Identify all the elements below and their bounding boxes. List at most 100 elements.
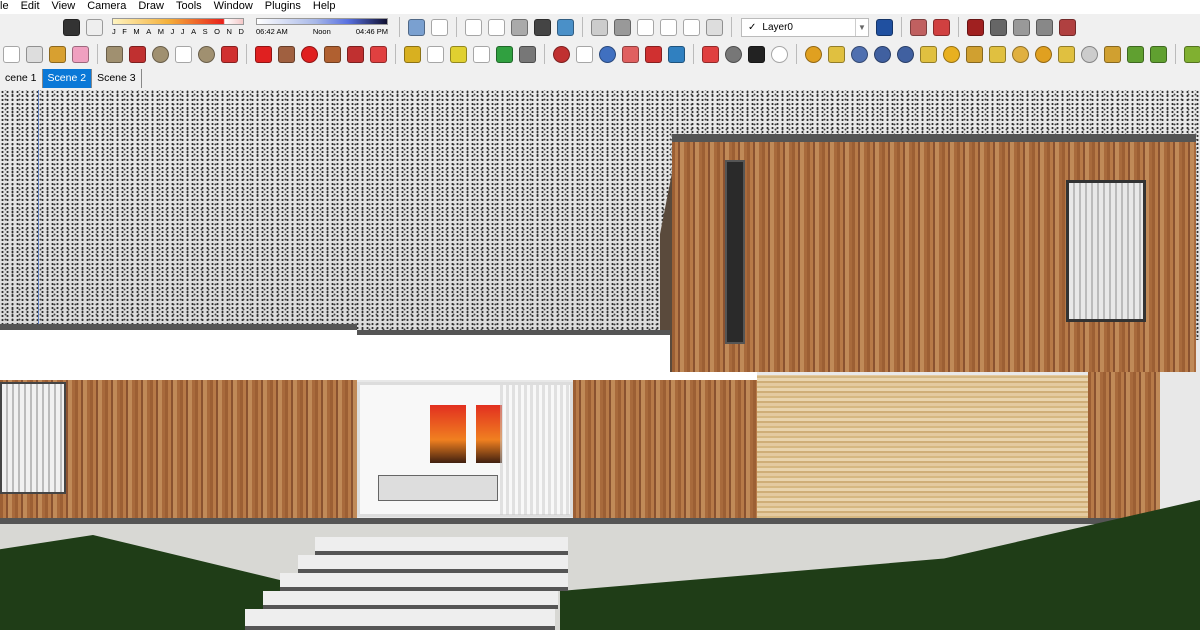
house-front-icon[interactable] xyxy=(637,18,654,36)
house-back-icon[interactable] xyxy=(683,18,700,36)
shaded-icon[interactable] xyxy=(511,18,528,36)
render-r-icon[interactable] xyxy=(851,45,868,63)
chevron-down-icon[interactable]: ▼ xyxy=(855,18,868,36)
scale-icon[interactable] xyxy=(347,45,364,63)
top-view-icon[interactable] xyxy=(431,18,448,36)
tree-proxy-icon[interactable] xyxy=(1127,45,1144,63)
zoom-window-icon[interactable] xyxy=(622,45,639,63)
rotate-icon[interactable] xyxy=(301,45,318,63)
layer-manager-icon[interactable] xyxy=(876,18,893,36)
tree-proxy-2-icon[interactable] xyxy=(1150,45,1167,63)
shadow-time-slider[interactable]: 06:42 AM Noon 04:46 PM xyxy=(256,15,388,39)
make-component-icon[interactable] xyxy=(26,45,43,63)
tag-icon[interactable] xyxy=(920,45,937,63)
point-light-icon[interactable] xyxy=(1035,45,1052,63)
scene-tab-3[interactable]: Scene 3 xyxy=(92,69,142,88)
zoom-extents-icon[interactable] xyxy=(645,45,662,63)
orbit-icon[interactable] xyxy=(553,45,570,63)
menu-help[interactable]: Help xyxy=(306,0,341,14)
emitter-icon[interactable] xyxy=(1104,45,1121,63)
eraser-icon[interactable] xyxy=(72,45,89,63)
sandbox-from-contours-icon[interactable] xyxy=(967,18,984,36)
dome-light-icon[interactable] xyxy=(1012,45,1029,63)
shadow-toggle-icon[interactable] xyxy=(86,18,103,36)
wireframe-icon[interactable] xyxy=(488,18,505,36)
painting-2 xyxy=(476,405,502,463)
arc-icon[interactable] xyxy=(175,45,192,63)
sphere-light-icon[interactable] xyxy=(943,45,960,63)
iso-house-icon[interactable] xyxy=(591,18,608,36)
menu-le[interactable]: le xyxy=(0,0,14,14)
drape-icon[interactable] xyxy=(1059,18,1076,36)
render-rt-icon[interactable] xyxy=(874,45,891,63)
house-left-icon[interactable] xyxy=(706,18,723,36)
flag-light-icon[interactable] xyxy=(989,45,1006,63)
scene-tab-2[interactable]: Scene 2 xyxy=(42,69,93,88)
look-around-icon[interactable] xyxy=(725,45,742,63)
layer-dropdown[interactable]: ✓ Layer0 ▼ xyxy=(741,17,869,37)
menu-view[interactable]: View xyxy=(45,0,81,14)
smoove-icon[interactable] xyxy=(1013,18,1030,36)
protractor-icon[interactable] xyxy=(450,45,467,63)
previous-view-icon[interactable] xyxy=(668,45,685,63)
white-fascia-left xyxy=(0,330,357,380)
push-pull-icon[interactable] xyxy=(278,45,295,63)
help-icon[interactable] xyxy=(897,45,914,63)
menu-camera[interactable]: Camera xyxy=(80,0,131,14)
spot-light-icon[interactable] xyxy=(966,45,983,63)
material-m-icon[interactable] xyxy=(805,45,822,63)
freehand-icon[interactable] xyxy=(221,45,238,63)
stamp-icon[interactable] xyxy=(1036,18,1053,36)
section-plane-icon[interactable] xyxy=(910,18,927,36)
circle-icon[interactable] xyxy=(152,45,169,63)
sandbox-scratch-icon[interactable] xyxy=(990,18,1007,36)
front-view-icon[interactable] xyxy=(614,18,631,36)
select-arrow-icon[interactable] xyxy=(3,45,20,63)
month-label: J xyxy=(170,27,175,36)
polygon-icon[interactable] xyxy=(198,45,215,63)
menu-window[interactable]: Window xyxy=(207,0,258,14)
menu-draw[interactable]: Draw xyxy=(131,0,169,14)
section-cut-icon[interactable] xyxy=(933,18,950,36)
paint-bucket-icon[interactable] xyxy=(49,45,66,63)
line-pencil-icon[interactable] xyxy=(129,45,146,63)
iso-view-icon[interactable] xyxy=(408,18,425,36)
monochrome-icon[interactable] xyxy=(557,18,574,36)
material-tag-icon[interactable] xyxy=(828,45,845,63)
menu-plugins[interactable]: Plugins xyxy=(258,0,306,14)
follow-me-icon[interactable] xyxy=(324,45,341,63)
axes-icon[interactable] xyxy=(496,45,513,63)
zoom-icon[interactable] xyxy=(599,45,616,63)
scene-tab-1[interactable]: cene 1 xyxy=(0,69,43,88)
3d-text-icon[interactable] xyxy=(519,45,536,63)
tape-measure-icon[interactable] xyxy=(404,45,421,63)
house-right-icon[interactable] xyxy=(660,18,677,36)
pan-hand-icon[interactable] xyxy=(576,45,593,63)
text-icon[interactable] xyxy=(473,45,490,63)
blue-axis-line xyxy=(38,90,39,330)
step-4 xyxy=(263,591,558,609)
menu-edit[interactable]: Edit xyxy=(14,0,45,14)
position-camera-icon[interactable] xyxy=(702,45,719,63)
move-icon[interactable] xyxy=(255,45,272,63)
month-label: J xyxy=(112,27,116,36)
shadow-date-slider[interactable]: JFMAMJJASOND xyxy=(112,15,244,39)
position-target-icon[interactable] xyxy=(771,45,788,63)
time-label: 06:42 AM xyxy=(256,27,288,36)
rectangle-icon[interactable] xyxy=(106,45,123,63)
xray-icon[interactable] xyxy=(465,18,482,36)
ies-light-icon[interactable] xyxy=(1058,45,1075,63)
sun-angle-icon[interactable] xyxy=(1184,45,1200,63)
omni-light-icon[interactable] xyxy=(1081,45,1098,63)
3d-viewport[interactable] xyxy=(0,90,1200,630)
offset-icon[interactable] xyxy=(370,45,387,63)
walk-icon[interactable] xyxy=(748,45,765,63)
white-fascia-strip xyxy=(670,372,757,380)
toolbar-row-1: J F M A M J J A S O N D 06:42 AM Noon 04:46 PM ✓ Layer0 ▼ xyxy=(60,14,1079,40)
shadow-settings-icon[interactable] xyxy=(63,18,80,36)
dimension-icon[interactable] xyxy=(427,45,444,63)
shaded-textures-icon[interactable] xyxy=(534,18,551,36)
glass-sliding-doors xyxy=(357,382,573,517)
menu-tools[interactable]: Tools xyxy=(169,0,207,14)
month-label: A xyxy=(146,27,152,36)
